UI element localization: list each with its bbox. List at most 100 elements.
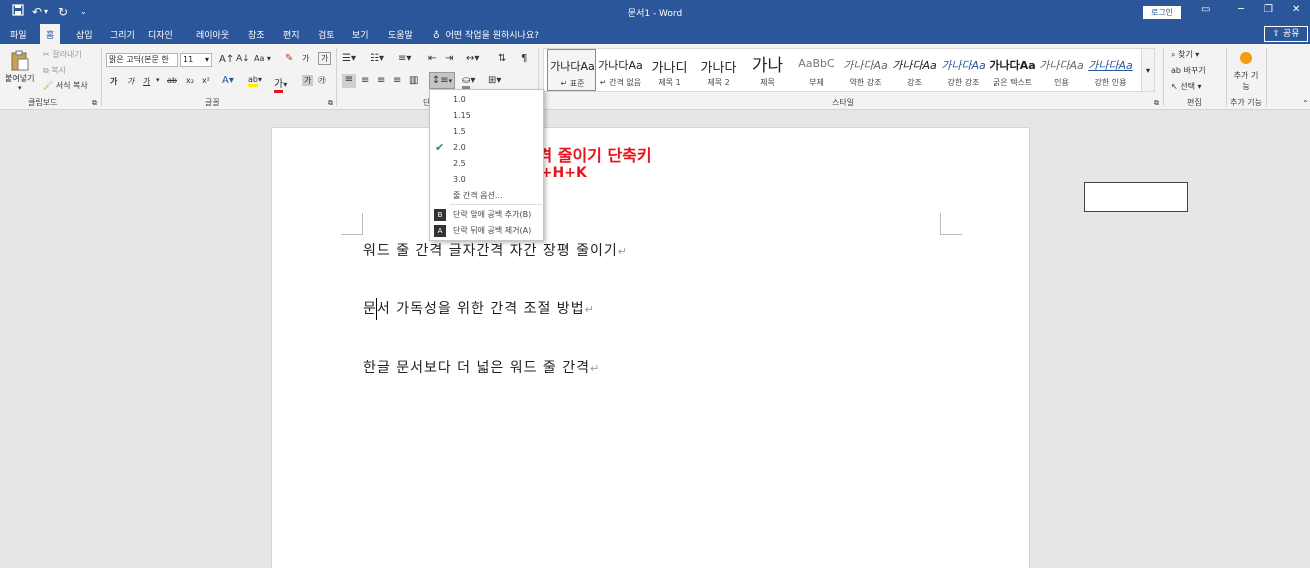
style-item-title[interactable]: 가나 제목 bbox=[743, 49, 792, 91]
borders-icon[interactable]: ⊞▾ bbox=[488, 75, 501, 86]
document-paragraph[interactable]: 워드 줄 간격 글자간격 자간 장평 줄이기↵ bbox=[363, 240, 628, 260]
phonetic-guide-icon[interactable]: 가 bbox=[302, 53, 309, 64]
style-item-no-spacing[interactable]: 가나다Aa ↵ 간격 없음 bbox=[596, 49, 645, 91]
copy-button[interactable]: ⧉ 복사 bbox=[43, 65, 66, 76]
align-left-icon[interactable]: ≡ bbox=[342, 74, 356, 88]
restore-icon[interactable]: ❐ bbox=[1264, 4, 1273, 15]
style-item-subtitle[interactable]: AaBbC 부제 bbox=[792, 49, 841, 91]
line-spacing-option-1-0[interactable]: 1.0 bbox=[430, 92, 543, 108]
format-painter-button[interactable]: 🖌 서식 복사 bbox=[43, 80, 88, 91]
document-paragraph[interactable]: 문서 가독성을 위한 간격 조절 방법↵ bbox=[363, 298, 595, 318]
change-case-button[interactable]: Aa ▾ bbox=[254, 54, 271, 63]
clear-format-icon[interactable]: ✎ bbox=[285, 53, 293, 64]
tab-references[interactable]: 참조 bbox=[248, 28, 265, 41]
close-icon[interactable]: ✕ bbox=[1292, 4, 1300, 15]
bullets-icon[interactable]: ☰▾ bbox=[342, 53, 356, 64]
style-item-intense-quote[interactable]: 가나다Aa 강한 인용 bbox=[1086, 49, 1135, 91]
italic-button[interactable]: 가 bbox=[127, 76, 134, 87]
cut-button[interactable]: ✂ 잘라내기 bbox=[43, 49, 82, 60]
line-spacing-options-item[interactable]: 줄 간격 옵션... bbox=[430, 188, 543, 204]
select-button[interactable]: ↖ 선택 ▾ bbox=[1171, 81, 1202, 92]
undo-icon[interactable]: ↶ bbox=[32, 4, 42, 20]
justify-icon[interactable]: ≡ bbox=[393, 75, 401, 86]
increase-indent-icon[interactable]: ⇥ bbox=[445, 53, 453, 64]
distribute-icon[interactable]: ▥ bbox=[409, 75, 418, 86]
addins-icon[interactable] bbox=[1240, 52, 1252, 64]
tab-design[interactable]: 디자인 bbox=[148, 28, 173, 41]
style-item-strong[interactable]: 가나다Aa 굵은 텍스트 bbox=[988, 49, 1037, 91]
line-spacing-option-1-5[interactable]: 1.5 bbox=[430, 124, 543, 140]
share-button[interactable]: ⇪ 공유 bbox=[1264, 26, 1308, 42]
find-button[interactable]: ⌕ 찾기 ▾ bbox=[1171, 49, 1199, 60]
show-marks-icon[interactable]: ¶ bbox=[521, 53, 527, 64]
style-item-subtle-emphasis[interactable]: 가나다Aa 약한 강조 bbox=[841, 49, 890, 91]
tab-insert[interactable]: 삽입 bbox=[76, 28, 93, 41]
grow-font-icon[interactable]: A↑ bbox=[219, 54, 234, 65]
line-spacing-button[interactable]: ↕≡▾ bbox=[429, 72, 455, 89]
line-spacing-option-2-5[interactable]: 2.5 bbox=[430, 156, 543, 172]
font-name-combo[interactable]: 맑은 고딕(본문 한 bbox=[106, 53, 178, 67]
remove-space-after-item[interactable]: A 단락 뒤에 공백 제거(A) bbox=[430, 223, 543, 239]
styles-more-icon[interactable]: ▾ bbox=[1141, 48, 1155, 92]
subscript-button[interactable]: x₂ bbox=[186, 76, 194, 85]
addins-button[interactable]: 추가 기능 bbox=[1233, 70, 1259, 92]
login-button[interactable]: 로그인 bbox=[1143, 6, 1181, 19]
distributed-indent-icon[interactable]: ↔▾ bbox=[466, 53, 479, 64]
shrink-font-icon[interactable]: A↓ bbox=[236, 54, 250, 64]
highlight-icon[interactable]: ab▾ bbox=[248, 75, 262, 87]
shading-icon[interactable]: ⛀▾ bbox=[462, 75, 475, 89]
tab-file[interactable]: 파일 bbox=[10, 28, 27, 41]
tab-home[interactable]: 홈 bbox=[40, 24, 61, 44]
multilevel-list-icon[interactable]: ≡▾ bbox=[398, 53, 411, 64]
style-item-heading-1[interactable]: 가나디 제목 1 bbox=[645, 49, 694, 91]
save-icon[interactable] bbox=[12, 4, 24, 20]
tab-layout[interactable]: 레이아웃 bbox=[196, 28, 229, 41]
enclose-chars-icon[interactable]: ㉮ bbox=[318, 75, 326, 86]
char-border-icon[interactable]: 가 bbox=[318, 52, 332, 65]
style-item-intense-emphasis[interactable]: 가나다Aa 강한 강조 bbox=[939, 49, 988, 91]
decrease-indent-icon[interactable]: ⇤ bbox=[428, 53, 436, 64]
sort-icon[interactable]: ⇅ bbox=[498, 53, 506, 64]
underline-dropdown-icon[interactable]: ▾ bbox=[156, 76, 160, 84]
style-item-heading-2[interactable]: 가나다 제목 2 bbox=[694, 49, 743, 91]
tab-review[interactable]: 검토 bbox=[318, 28, 335, 41]
font-size-combo[interactable]: 11 ▾ bbox=[180, 53, 212, 67]
text-effects-icon[interactable]: A▾ bbox=[222, 75, 234, 86]
line-spacing-option-1-15[interactable]: 1.15 bbox=[430, 108, 543, 124]
ribbon-display-icon[interactable]: ▭ bbox=[1201, 4, 1210, 15]
add-space-before-item[interactable]: B 단락 앞에 공백 추가(B) bbox=[430, 207, 543, 223]
paste-button[interactable]: 붙여넣기 bbox=[5, 73, 34, 84]
strikethrough-button[interactable]: ab bbox=[167, 76, 177, 85]
customize-qat-icon[interactable]: ⌄ bbox=[80, 4, 87, 20]
line-spacing-option-3-0[interactable]: 3.0 bbox=[430, 172, 543, 188]
replace-button[interactable]: ab 바꾸기 bbox=[1171, 65, 1206, 76]
paste-dropdown-icon[interactable]: ▾ bbox=[18, 84, 22, 92]
line-spacing-option-2-0[interactable]: ✔ 2.0 bbox=[430, 140, 543, 156]
font-launcher-icon[interactable]: ⧉ bbox=[328, 99, 333, 108]
paste-icon[interactable] bbox=[10, 50, 32, 71]
superscript-button[interactable]: x² bbox=[202, 76, 210, 85]
redo-icon[interactable]: ↻ bbox=[58, 4, 68, 20]
underline-button[interactable]: 가 bbox=[143, 76, 150, 87]
text-box[interactable] bbox=[1084, 182, 1188, 212]
bold-button[interactable]: 가 bbox=[110, 76, 117, 87]
document-paragraph[interactable]: 한글 문서보다 더 넓은 워드 줄 간격↵ bbox=[363, 357, 600, 377]
style-item-emphasis[interactable]: 가나다Aa 강조 bbox=[890, 49, 939, 91]
styles-launcher-icon[interactable]: ⧉ bbox=[1154, 99, 1159, 108]
tab-help[interactable]: 도움말 bbox=[388, 28, 413, 41]
align-right-icon[interactable]: ≡ bbox=[377, 75, 385, 86]
tab-view[interactable]: 보기 bbox=[352, 28, 369, 41]
font-color-icon[interactable]: 가▾ bbox=[274, 75, 287, 93]
undo-dropdown-icon[interactable]: ▾ bbox=[44, 4, 48, 20]
style-item-normal[interactable]: 가나다Aa ↵ 표준 bbox=[547, 49, 596, 91]
clipboard-launcher-icon[interactable]: ⧉ bbox=[92, 99, 97, 108]
style-item-quote[interactable]: 가나다Aa 인용 bbox=[1037, 49, 1086, 91]
collapse-ribbon-icon[interactable]: ⌃ bbox=[1302, 99, 1309, 108]
tab-draw[interactable]: 그리기 bbox=[110, 28, 135, 41]
minimize-icon[interactable]: ─ bbox=[1238, 4, 1244, 15]
align-center-icon[interactable]: ≡ bbox=[361, 75, 369, 86]
document-page[interactable] bbox=[271, 127, 1030, 568]
tell-me-box[interactable]: ♁ 어떤 작업을 원하시나요? bbox=[433, 28, 539, 41]
tab-mailings[interactable]: 편지 bbox=[283, 28, 300, 41]
numbering-icon[interactable]: ☷▾ bbox=[370, 53, 384, 64]
